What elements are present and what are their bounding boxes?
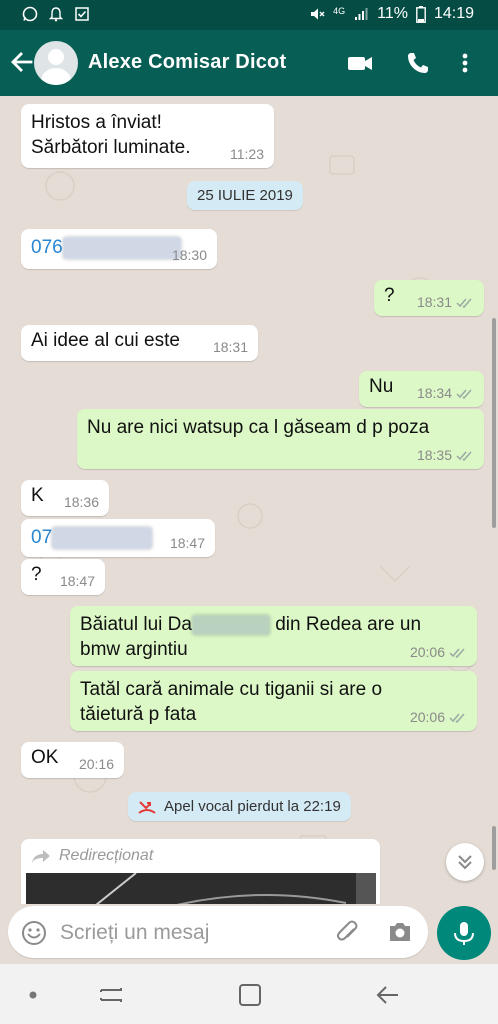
- scrollbar-track-marker: [492, 318, 496, 528]
- message-text: Tatăl cară animale cu tiganii si are o t…: [80, 679, 383, 725]
- camera-icon[interactable]: [387, 920, 413, 944]
- dot-icon[interactable]: [28, 990, 38, 1000]
- home-icon[interactable]: [236, 981, 264, 1009]
- message-incoming[interactable]: Ai idee al cui este 18:31: [21, 325, 258, 361]
- clock: 14:19: [433, 5, 474, 22]
- mute-icon: [311, 8, 325, 20]
- message-meta: 18:34: [417, 385, 474, 401]
- avatar[interactable]: [34, 41, 78, 85]
- redaction: [62, 236, 181, 259]
- message-meta: 20:06: [410, 709, 467, 725]
- notification-icon: [48, 7, 64, 22]
- message-meta: 20:06: [410, 644, 467, 660]
- phone-link[interactable]: 076: [31, 236, 181, 259]
- message-list[interactable]: Hristos a înviat! Sărbători luminate. 11…: [0, 96, 498, 904]
- redaction: [52, 526, 153, 549]
- message-incoming[interactable]: OK 20:16: [21, 742, 124, 778]
- message-meta: 18:35: [417, 447, 474, 463]
- message-outgoing[interactable]: Băiatul lui Da din Redea are un bmw argi…: [70, 606, 477, 666]
- battery-icon: [416, 5, 426, 23]
- message-incoming[interactable]: K 18:36: [21, 480, 109, 516]
- double-check-icon: [456, 298, 472, 308]
- status-bar: 4G 11% 14:19: [0, 0, 498, 30]
- network-type: 4G: [333, 6, 346, 16]
- missed-call-icon: [138, 800, 156, 814]
- signal-icon: [355, 8, 368, 20]
- double-check-icon: [456, 389, 472, 399]
- phone-icon[interactable]: [405, 50, 433, 76]
- emoji-icon[interactable]: [21, 920, 47, 946]
- recents-icon[interactable]: [97, 982, 125, 1008]
- back-arrow-icon[interactable]: [8, 48, 36, 76]
- chat-header: Alexe Comisar Dicot: [0, 30, 498, 96]
- message-meta: 18:31: [417, 294, 474, 310]
- message-time: 20:16: [78, 756, 114, 772]
- more-icon[interactable]: [457, 50, 473, 76]
- message-time: 18:30: [171, 247, 207, 263]
- message-outgoing[interactable]: Nu are nici watsup ca l găseam d p poza …: [77, 409, 484, 469]
- message-forwarded[interactable]: Redirecționat: [21, 839, 380, 904]
- forwarded-image[interactable]: [26, 873, 376, 904]
- battery-percent: 11%: [377, 5, 408, 22]
- double-check-icon: [449, 648, 465, 658]
- message-outgoing[interactable]: Nu 18:34: [359, 371, 484, 407]
- mic-button[interactable]: [437, 906, 491, 960]
- forwarded-label: Redirecționat: [31, 847, 370, 865]
- forward-icon: [32, 850, 50, 863]
- message-time: 18:31: [212, 339, 248, 355]
- contact-name[interactable]: Alexe Comisar Dicot: [88, 51, 286, 74]
- message-placeholder: Scrieți un mesaj: [60, 921, 210, 944]
- message-time: 18:47: [59, 573, 95, 589]
- message-time: 11:23: [230, 146, 264, 162]
- checkbox-icon: [75, 7, 89, 21]
- whatsapp-icon: [22, 6, 38, 22]
- double-chevron-down-icon: [458, 855, 472, 870]
- message-incoming[interactable]: Hristos a înviat! Sărbători luminate. 11…: [21, 104, 274, 168]
- phone-link[interactable]: 07: [31, 526, 153, 549]
- missed-call-text: Apel vocal pierdut la 22:19: [164, 798, 341, 815]
- date-separator: 25 IULIE 2019: [187, 181, 303, 210]
- mic-icon: [454, 922, 474, 945]
- message-text: Băiatul lui Da din Redea are un bmw argi…: [80, 614, 422, 660]
- message-outgoing[interactable]: Tatăl cară animale cu tiganii si are o t…: [70, 671, 477, 731]
- redaction: [191, 614, 270, 635]
- back-icon[interactable]: [374, 982, 402, 1008]
- attach-icon[interactable]: [334, 919, 362, 947]
- message-time: 18:36: [63, 494, 99, 510]
- message-incoming[interactable]: 076 18:30: [21, 229, 217, 269]
- double-check-icon: [449, 713, 465, 723]
- message-incoming[interactable]: 07 18:47: [21, 519, 215, 557]
- message-input[interactable]: Scrieți un mesaj: [8, 906, 428, 958]
- double-check-icon: [456, 451, 472, 461]
- message-text: Nu are nici watsup ca l găseam d p poza: [87, 417, 430, 438]
- scrollbar-thumb[interactable]: [492, 826, 496, 870]
- video-call-icon[interactable]: [346, 50, 374, 76]
- scroll-to-bottom-button[interactable]: [446, 843, 484, 881]
- message-time: 18:47: [169, 535, 205, 551]
- composer: Scrieți un mesaj: [0, 904, 498, 964]
- message-incoming[interactable]: ? 18:47: [21, 559, 105, 595]
- message-outgoing[interactable]: ? 18:31: [374, 280, 484, 316]
- missed-call-notice[interactable]: Apel vocal pierdut la 22:19: [128, 792, 351, 821]
- system-nav-bar: [0, 964, 498, 1024]
